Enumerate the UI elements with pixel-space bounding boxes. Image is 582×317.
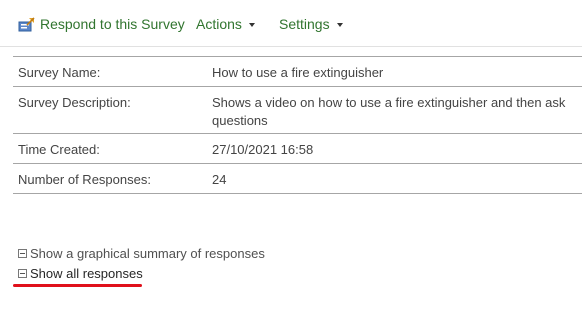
actions-menu-button[interactable]: Actions [196,14,255,34]
survey-name-label: Survey Name: [18,65,101,80]
chevron-down-icon [248,23,255,27]
survey-description-value: Shows a video on how to use a fire extin… [212,95,566,128]
survey-description-label: Survey Description: [18,95,131,110]
row-divider [13,56,582,57]
row-divider [13,86,582,87]
respond-survey-icon [18,16,36,32]
row-divider [13,163,582,164]
toolbar: Respond to this Survey Actions Settings [0,0,582,46]
survey-name-value: How to use a fire extinguisher [212,65,384,80]
respond-to-survey-button[interactable]: Respond to this Survey [18,14,185,34]
collapse-box-icon [18,269,27,278]
red-underline-annotation [13,284,142,287]
number-of-responses-value: 24 [212,172,227,187]
respond-label: Respond to this Survey [40,16,185,32]
show-all-responses-link[interactable]: Show all responses [18,266,143,281]
number-of-responses-label: Number of Responses: [18,172,151,187]
show-all-responses-label: Show all responses [30,266,143,281]
row-divider [13,133,582,134]
settings-label: Settings [279,16,330,32]
show-graphical-summary-label: Show a graphical summary of responses [30,246,265,261]
chevron-down-icon [336,23,343,27]
actions-label: Actions [196,16,242,32]
time-created-value: 27/10/2021 16:58 [212,142,314,157]
show-graphical-summary-link[interactable]: Show a graphical summary of responses [18,246,265,261]
time-created-label: Time Created: [18,142,100,157]
row-divider [13,193,582,194]
settings-menu-button[interactable]: Settings [279,14,343,34]
toolbar-divider [0,46,582,47]
collapse-box-icon [18,249,27,258]
